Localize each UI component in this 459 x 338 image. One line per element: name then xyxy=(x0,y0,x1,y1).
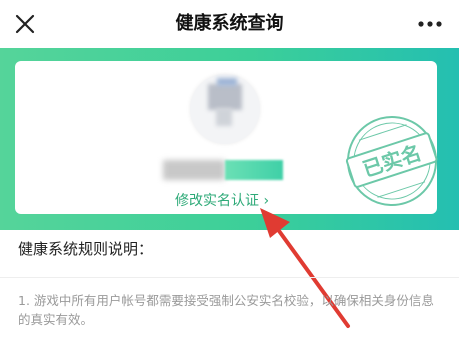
avatar-redaction xyxy=(217,78,237,86)
rules-title: 健康系统规则说明： xyxy=(18,240,154,258)
avatar-redaction xyxy=(208,84,242,110)
top-bar: 健康系统查询 xyxy=(0,0,459,48)
name-redaction xyxy=(163,160,225,180)
divider xyxy=(0,277,459,278)
more-icon[interactable] xyxy=(415,11,445,37)
avatar-redaction xyxy=(216,108,232,126)
rule-item: 1. 游戏中所有用户帐号都需要接受强制公安实名校验，以确保相关身份信息的真实有效… xyxy=(18,293,434,327)
modify-real-name-link[interactable]: 修改实名认证 › xyxy=(175,191,269,211)
identity-card: 修改实名认证 › 已实名 xyxy=(15,61,438,214)
page-title: 健康系统查询 xyxy=(175,13,284,34)
id-redaction xyxy=(225,160,283,180)
avatar xyxy=(190,74,260,144)
verified-stamp: 已实名 xyxy=(345,116,438,206)
